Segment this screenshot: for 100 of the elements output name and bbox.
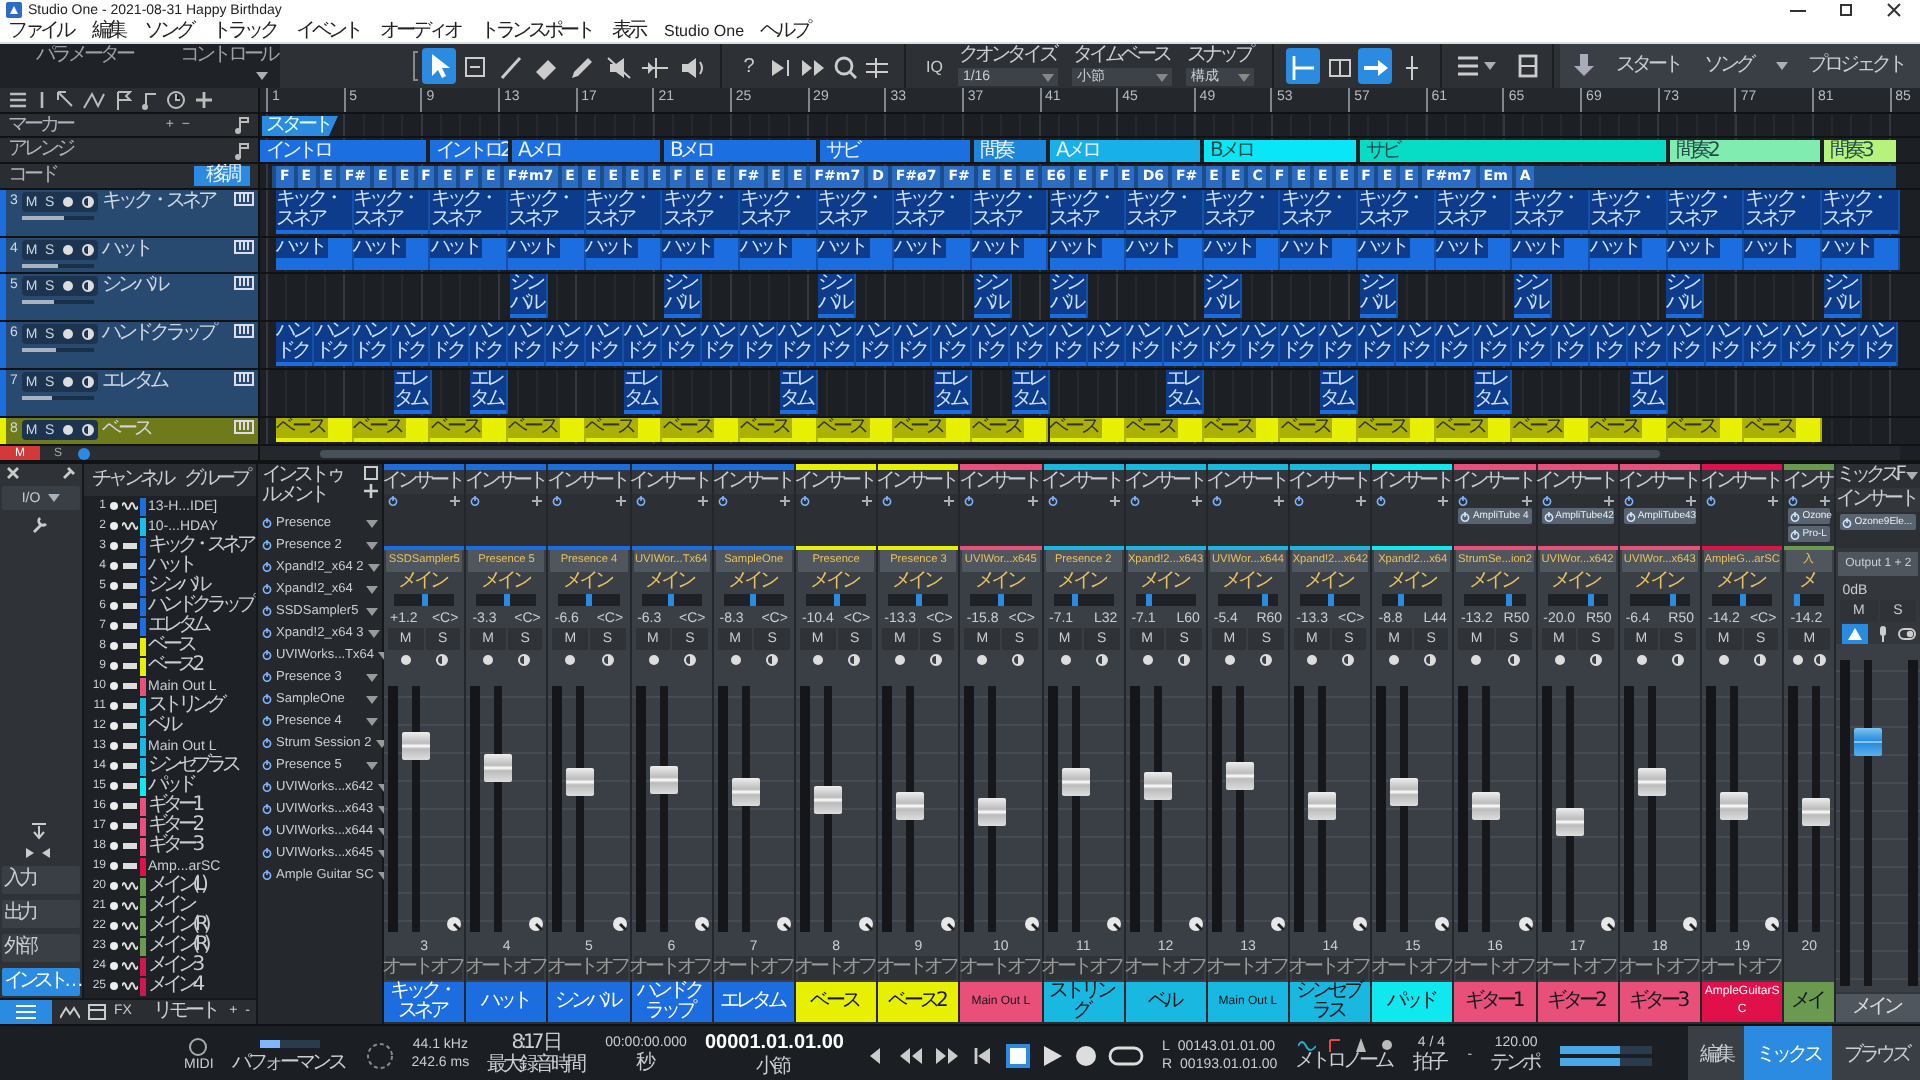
clip[interactable]: ハット: [1744, 238, 1822, 270]
channel-list-name[interactable]: ベル: [148, 716, 182, 736]
clip[interactable]: ハット: [1435, 238, 1513, 270]
channel-list-name[interactable]: メイン(R): [148, 936, 211, 956]
clip[interactable]: ベース: [1590, 418, 1668, 442]
output-selector[interactable]: メイン: [1125, 572, 1206, 592]
automation-button[interactable]: オートオフ: [1456, 956, 1534, 980]
insert-menu[interactable]: インサート: [382, 472, 467, 492]
channel-list-name[interactable]: メイン3: [148, 956, 204, 976]
insert-menu[interactable]: インサート: [1700, 472, 1785, 492]
channel-list-name[interactable]: ベース2: [148, 656, 204, 676]
automation-button[interactable]: オートオフ: [715, 956, 792, 980]
channel-label[interactable]: メイン: [1836, 994, 1920, 1022]
clip[interactable]: ハット: [739, 238, 818, 270]
view-tab[interactable]: 編集: [1688, 1026, 1744, 1080]
automation-button[interactable]: オートオフ: [962, 956, 1039, 980]
clip[interactable]: ハット: [1126, 238, 1204, 270]
channel-label[interactable]: ストリング: [1043, 982, 1124, 1022]
automation-button[interactable]: オートオフ: [386, 956, 463, 980]
clip[interactable]: ハット: [1280, 238, 1359, 270]
clip[interactable]: ベース: [662, 418, 740, 442]
insert-menu[interactable]: インサート: [1617, 472, 1702, 492]
clip[interactable]: ベース: [507, 418, 586, 442]
start-button[interactable]: スタート: [1616, 56, 1684, 76]
clip[interactable]: ハット: [1358, 238, 1436, 270]
clip[interactable]: ハット: [1667, 238, 1745, 270]
automation-button[interactable]: オートオフ: [1539, 956, 1616, 980]
insert-menu[interactable]: インサート: [464, 472, 549, 492]
panel-tab[interactable]: パラメーター: [36, 46, 136, 66]
output-selector[interactable]: メイン: [713, 572, 794, 592]
menu-item[interactable]: ヘルプ: [760, 21, 813, 41]
menu-item[interactable]: トランスポート: [480, 21, 596, 41]
clip[interactable]: ハット: [1822, 238, 1900, 270]
output-selector[interactable]: メイン: [1372, 572, 1453, 592]
channel-label[interactable]: シンセブラス: [1290, 982, 1371, 1022]
clip[interactable]: ハット: [817, 238, 895, 270]
channel-label[interactable]: ギター1: [1454, 982, 1536, 1022]
automation-button[interactable]: オートオフ: [1704, 956, 1781, 980]
arranger-section[interactable]: イントロ: [260, 140, 426, 162]
panel-tab[interactable]: コントロール: [180, 46, 280, 66]
channel-label[interactable]: ギター2: [1537, 982, 1618, 1022]
output-selector[interactable]: メイン: [878, 572, 959, 592]
channel-list-name[interactable]: ギター1: [148, 796, 204, 816]
arranger-section[interactable]: イントロ2: [430, 140, 508, 162]
output-selector[interactable]: メイン: [1537, 572, 1618, 592]
panel-button[interactable]: 出力: [2, 900, 80, 928]
insert-menu[interactable]: インサート: [1288, 472, 1373, 492]
insert-menu[interactable]: インサート: [711, 472, 796, 492]
insert-menu[interactable]: インサート: [794, 472, 879, 492]
channel-list-name[interactable]: メイン(L): [148, 876, 208, 896]
clip[interactable]: ハット: [894, 238, 972, 270]
channel-list-name[interactable]: ハンドクラップ: [148, 596, 256, 616]
channel-list-name[interactable]: ギター2: [148, 816, 204, 836]
view-tab[interactable]: ブラウズ: [1832, 1026, 1920, 1080]
output-selector[interactable]: メイン: [795, 572, 877, 592]
channel-label[interactable]: キック・スネア: [384, 982, 465, 1022]
channel-list-name[interactable]: メイン: [148, 896, 197, 916]
output-selector[interactable]: メ: [1784, 572, 1835, 592]
channel-list-name[interactable]: ベース: [148, 636, 197, 656]
automation-button[interactable]: オートオフ: [1292, 956, 1369, 980]
panel-button[interactable]: 入力: [2, 866, 80, 894]
channel-label[interactable]: ベース: [795, 982, 877, 1022]
automation-button[interactable]: オートオフ: [797, 956, 875, 980]
automation-button[interactable]: オートオフ: [880, 956, 957, 980]
channel-label[interactable]: ベース2: [878, 982, 959, 1022]
menu-item[interactable]: イベント: [296, 21, 364, 41]
view-tab[interactable]: ミックス: [1744, 1026, 1832, 1080]
column-header[interactable]: グループ: [184, 470, 252, 490]
arranger-section[interactable]: Bメロ: [1204, 140, 1356, 162]
output-selector[interactable]: メイン: [466, 572, 547, 592]
help-button[interactable]: ?: [734, 48, 764, 84]
automation-button[interactable]: オートオフ: [550, 956, 628, 980]
insert-menu[interactable]: インサート: [1370, 472, 1455, 492]
output-selector[interactable]: メイン: [1207, 572, 1289, 592]
channel-list-name[interactable]: パッド: [148, 776, 197, 796]
channel-list-name[interactable]: メイン4: [148, 976, 204, 996]
clip[interactable]: ベース: [276, 418, 354, 442]
channel-label[interactable]: シンバル: [548, 982, 630, 1022]
automation-button[interactable]: オートオフ: [1209, 956, 1287, 980]
output-selector[interactable]: メイン: [1043, 572, 1124, 592]
channel-list-name[interactable]: シンセブラス: [148, 756, 241, 776]
clip[interactable]: ベース: [1435, 418, 1513, 442]
channel-label[interactable]: エレタム: [713, 982, 794, 1022]
channel-list-name[interactable]: ハット: [148, 556, 197, 576]
output-selector[interactable]: メイン: [631, 572, 712, 592]
channel-list-name[interactable]: シンバル: [148, 576, 212, 596]
channel-label[interactable]: パッド: [1372, 982, 1453, 1022]
clip[interactable]: ハット: [430, 238, 508, 270]
clip[interactable]: ベース: [971, 418, 1049, 442]
clip[interactable]: ハット: [662, 238, 740, 270]
arranger-section[interactable]: Aメロ: [512, 140, 660, 162]
panel-button[interactable]: 外部: [2, 934, 80, 962]
channel-label[interactable]: ハンドクラップ: [631, 982, 712, 1022]
remote-button[interactable]: リモート: [153, 1001, 222, 1021]
clip[interactable]: ハット: [1590, 238, 1668, 270]
channel-list-name[interactable]: メイン(R): [148, 916, 211, 936]
clip[interactable]: ハット: [971, 238, 1049, 270]
clip[interactable]: ハット: [276, 238, 354, 270]
insert-menu[interactable]: インサート: [629, 472, 714, 492]
menu-item[interactable]: ファイル: [8, 21, 76, 41]
